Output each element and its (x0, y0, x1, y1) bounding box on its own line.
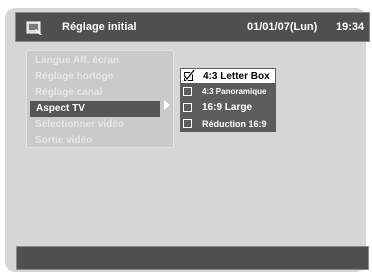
option-large[interactable]: 16:9 Large (180, 100, 276, 116)
option-panoramique[interactable]: 4:3 Panoramique (180, 84, 276, 100)
header-bar: Réglage initial 01/01/07(Lun) 19:34 (15, 12, 370, 42)
menu-item-aspect-tv[interactable]: Aspect TV (30, 101, 160, 117)
setup-icon (26, 21, 42, 35)
option-label: 4:3 Letter Box (203, 71, 270, 82)
page-title: Réglage initial (62, 21, 137, 33)
footer-bar (16, 246, 369, 270)
settings-menu: Langue Aff. écran Réglage horloge Réglag… (26, 50, 174, 148)
menu-item-language[interactable]: Langue Aff. écran (27, 53, 173, 69)
checkbox-reduction[interactable] (183, 119, 192, 128)
option-letterbox[interactable]: 4:3 Letter Box (180, 68, 276, 84)
chevron-right-icon (164, 100, 170, 110)
time-display: 19:34 (336, 21, 365, 33)
aspect-options: 4:3 Letter Box 4:3 Panoramique 16:9 Larg… (180, 68, 276, 132)
option-label: 4:3 Panoramique (202, 87, 267, 96)
checkmark-icon (182, 69, 196, 82)
option-reduction[interactable]: Réduction 16:9 (180, 116, 276, 132)
menu-item-video-select[interactable]: Sélectionner vidéo (27, 117, 173, 133)
menu-item-channel[interactable]: Réglage canal (27, 85, 173, 101)
checkbox-panoramique[interactable] (183, 87, 192, 96)
option-label: Réduction 16:9 (202, 119, 267, 129)
menu-item-clock[interactable]: Réglage horloge (27, 69, 173, 85)
option-label: 16:9 Large (202, 102, 253, 113)
date-display: 01/01/07(Lun) (247, 21, 318, 33)
menu-item-video-output[interactable]: Sortie vidéo (27, 133, 173, 149)
checkbox-large[interactable] (183, 103, 192, 112)
